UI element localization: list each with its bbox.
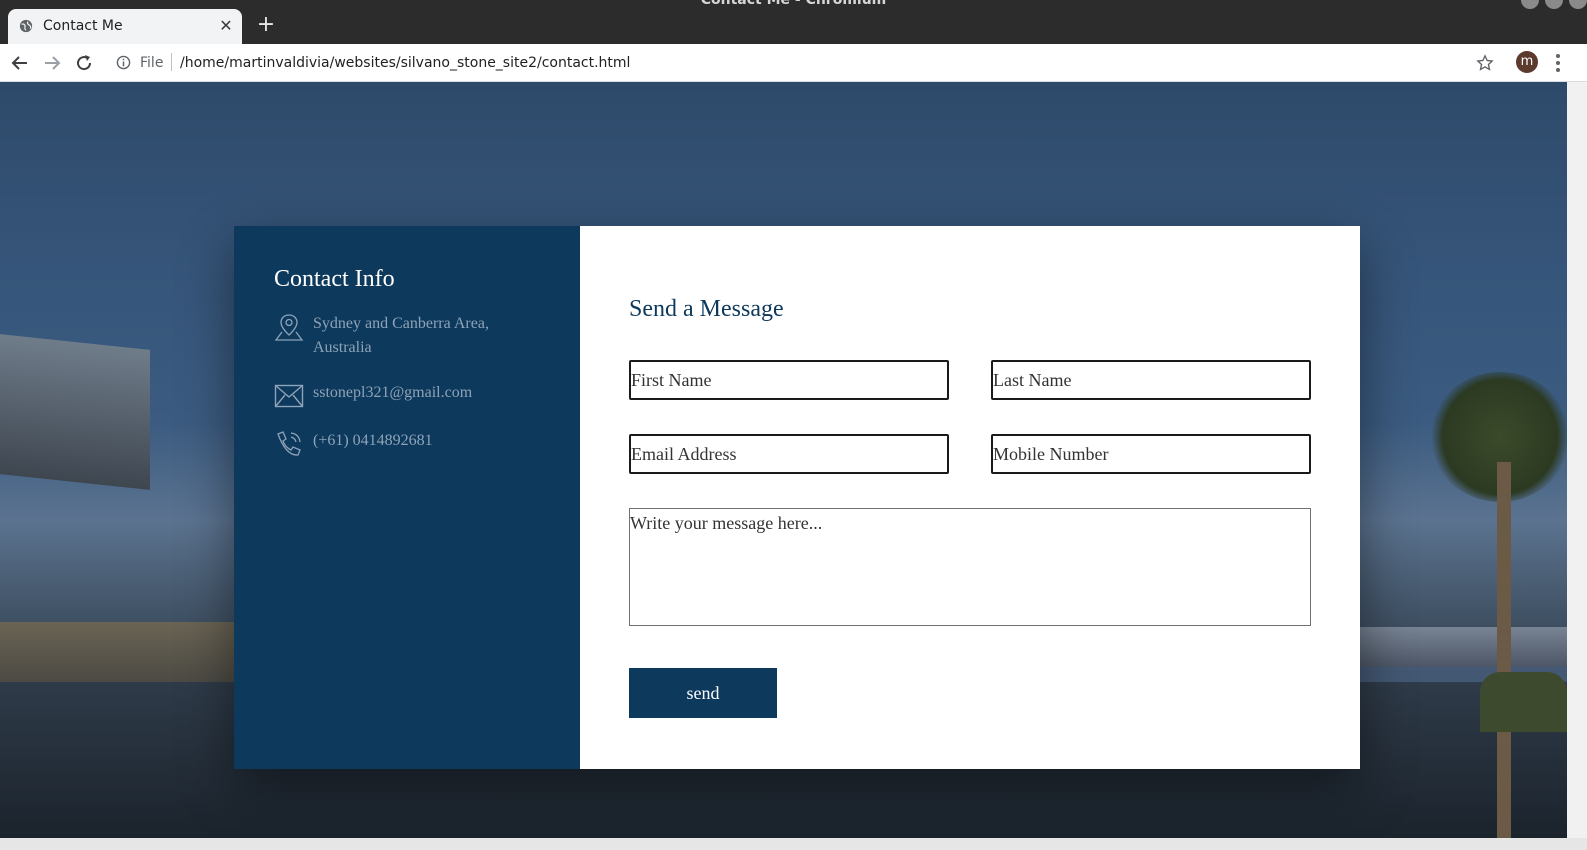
kebab-menu-icon[interactable] xyxy=(1555,53,1561,73)
new-tab-button[interactable]: + xyxy=(255,14,277,36)
contact-phone-text[interactable]: (+61) 0414892681 xyxy=(313,429,513,453)
arrow-right-icon xyxy=(45,56,61,70)
last-name-field[interactable] xyxy=(991,360,1311,400)
browser-titlebar: Contact Me - Chromium Contact Me ✕ + xyxy=(0,0,1587,44)
background-city-left xyxy=(0,622,240,682)
contact-card: Contact Info Sydney and Canberra Area, A… xyxy=(234,226,1360,769)
phone-icon xyxy=(277,431,301,456)
profile-avatar[interactable]: m xyxy=(1516,51,1538,73)
window-title: Contact Me - Chromium xyxy=(700,0,887,8)
url-text[interactable]: /home/martinvaldivia/websites/silvano_st… xyxy=(180,55,630,71)
message-form-panel: Send a Message send xyxy=(580,226,1360,769)
browser-tab[interactable]: Contact Me ✕ xyxy=(8,9,242,44)
info-icon[interactable] xyxy=(116,55,131,70)
location-pin-icon xyxy=(274,314,304,341)
email-field[interactable] xyxy=(629,434,949,474)
form-title: Send a Message xyxy=(629,296,784,322)
mobile-number-field[interactable] xyxy=(991,434,1311,474)
reload-button[interactable] xyxy=(72,51,96,75)
contact-location-text: Sydney and Canberra Area, Australia xyxy=(313,315,489,356)
bookmark-star-icon[interactable] xyxy=(1476,54,1494,72)
contact-info-title: Contact Info xyxy=(274,266,395,292)
background-building xyxy=(0,334,150,490)
forward-button[interactable] xyxy=(40,51,64,75)
back-button[interactable] xyxy=(8,51,32,75)
url-separator xyxy=(171,53,172,71)
message-textarea[interactable] xyxy=(629,508,1311,626)
reload-icon xyxy=(77,55,92,71)
page-viewport: Contact Info Sydney and Canberra Area, A… xyxy=(0,82,1567,838)
tab-close-icon[interactable]: ✕ xyxy=(216,16,236,36)
url-scheme-label: File xyxy=(140,55,164,71)
background-city-right xyxy=(1360,627,1567,667)
address-bar[interactable]: File /home/martinvaldivia/websites/silva… xyxy=(106,48,1510,77)
taskbar-strip xyxy=(0,838,1587,850)
page-scrollbar[interactable] xyxy=(1567,82,1587,838)
arrow-left-icon xyxy=(11,56,27,70)
contact-info-panel: Contact Info Sydney and Canberra Area, A… xyxy=(234,226,580,769)
browser-toolbar: File /home/martinvaldivia/websites/silva… xyxy=(0,44,1587,82)
contact-email-text[interactable]: sstonepl321@gmail.com xyxy=(313,381,513,405)
globe-icon xyxy=(19,19,33,33)
background-hedge xyxy=(1480,672,1567,732)
send-button[interactable]: send xyxy=(629,668,777,718)
envelope-icon xyxy=(274,384,304,408)
tab-title: Contact Me xyxy=(43,18,123,34)
background-palm-trunk xyxy=(1497,462,1511,838)
first-name-field[interactable] xyxy=(629,360,949,400)
